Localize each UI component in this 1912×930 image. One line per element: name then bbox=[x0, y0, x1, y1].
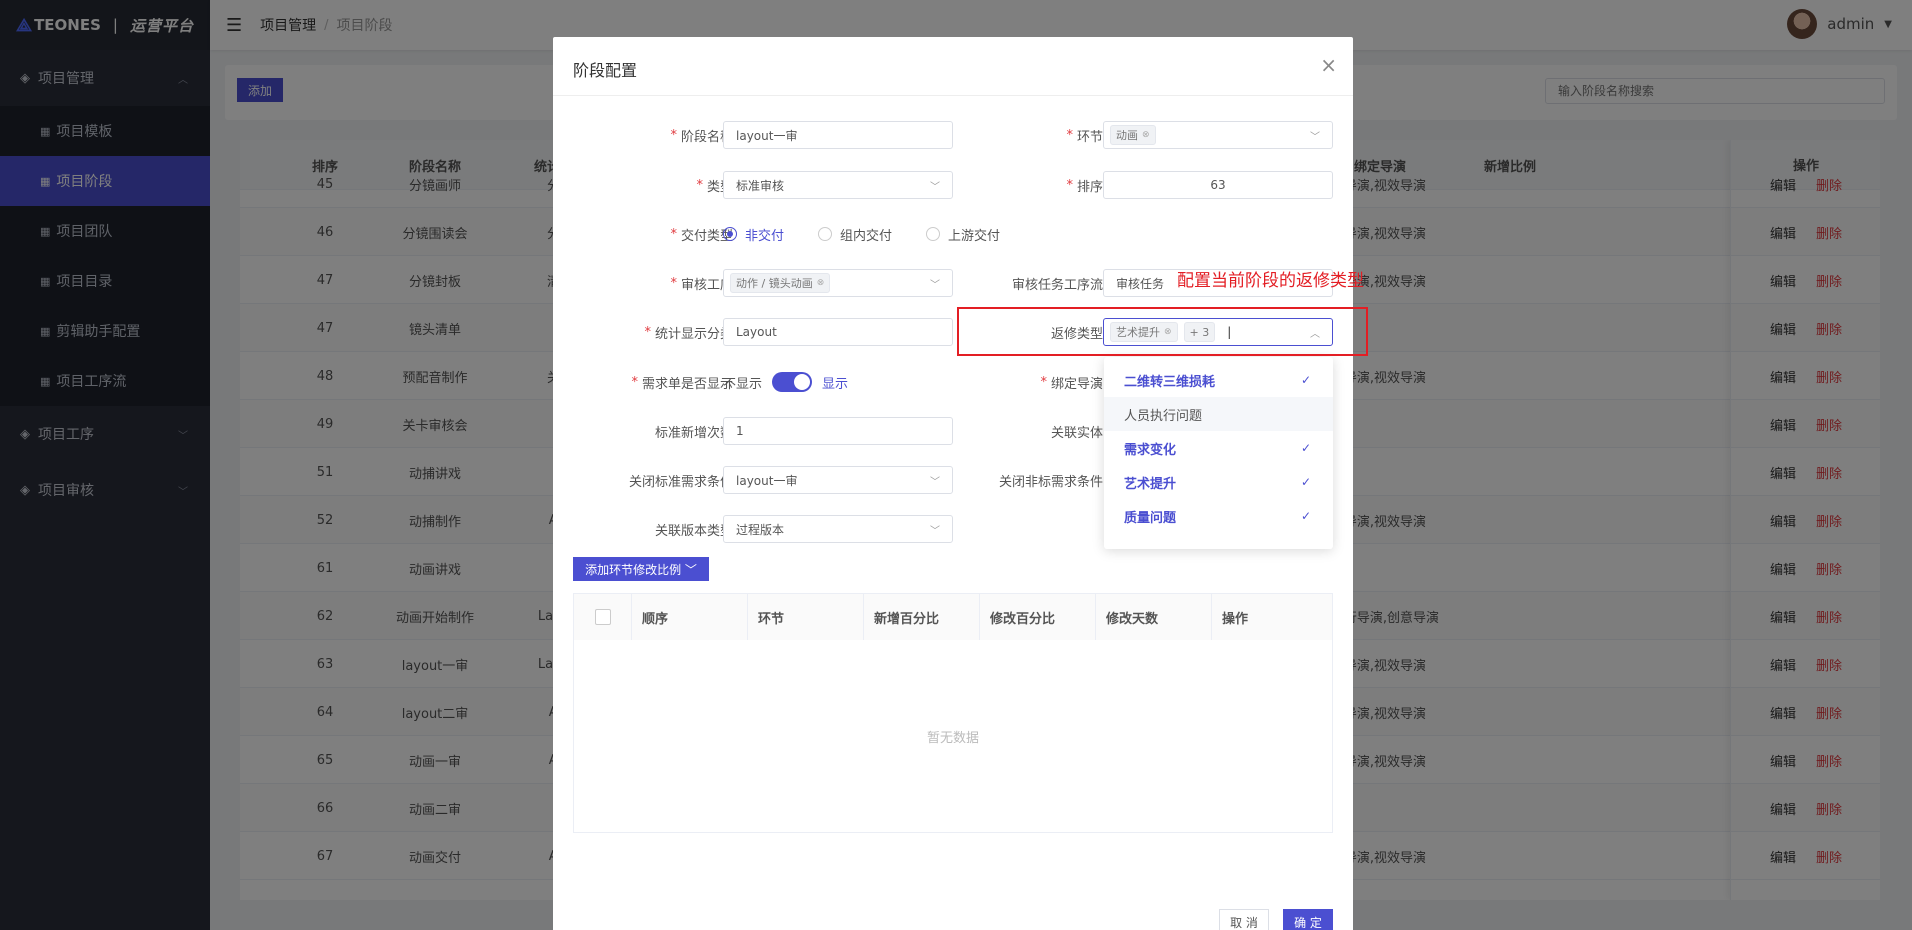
col-sequence: 顺序 bbox=[632, 594, 748, 640]
chevron-down-icon: ﹀ bbox=[1310, 132, 1320, 143]
check-icon: ✓ bbox=[1300, 509, 1311, 523]
chevron-down-icon: ﹀ bbox=[930, 526, 940, 537]
std-add-count-input[interactable]: 1 bbox=[723, 417, 953, 445]
title-divider bbox=[553, 95, 1353, 96]
show-in-demand-toggle[interactable] bbox=[772, 372, 813, 392]
label-stage-name: * 阶段名称 bbox=[670, 127, 733, 145]
link-tag: 动画 ⊗ bbox=[1110, 125, 1156, 145]
col-modify-percent: 修改百分比 bbox=[980, 594, 1096, 640]
dropdown-option[interactable]: 二维转三维损耗 ✓ bbox=[1104, 363, 1333, 397]
tag-close-icon[interactable]: ⊗ bbox=[817, 278, 825, 288]
label-close-std: 关闭标准需求条件 bbox=[628, 474, 733, 490]
show-in-demand-switch-row: 不显示 显示 bbox=[723, 368, 848, 396]
radio-non-delivery[interactable]: 非交付 bbox=[723, 225, 784, 244]
dropdown-option[interactable]: 需求变化 ✓ bbox=[1104, 431, 1333, 465]
col-link: 环节 bbox=[748, 594, 864, 640]
dropdown-option[interactable]: 人员执行问题 bbox=[1104, 397, 1333, 431]
tag-close-icon[interactable]: ⊗ bbox=[1142, 130, 1150, 140]
check-icon: ✓ bbox=[1300, 475, 1311, 489]
chevron-down-icon: ﹀ bbox=[684, 562, 697, 577]
stat-category-input[interactable]: Layout bbox=[723, 318, 953, 346]
label-sort: * 排序 bbox=[1066, 177, 1103, 195]
chevron-down-icon: ﹀ bbox=[930, 477, 940, 488]
review-process-select[interactable]: 动作 / 镜头动画 ⊗ ﹀ bbox=[723, 269, 953, 297]
close-std-select[interactable]: layout一审 ﹀ bbox=[723, 466, 953, 494]
delivery-type-radios: 非交付 组内交付 上游交付 bbox=[723, 220, 1034, 248]
cancel-button[interactable]: 取 消 bbox=[1219, 909, 1269, 930]
type-select[interactable]: 标准审核 ﹀ bbox=[723, 171, 953, 199]
label-link: * 环节 bbox=[1066, 127, 1103, 145]
rework-type-dropdown: 二维转三维损耗 ✓ 人员执行问题 需求变化 ✓ 艺术提升 ✓ 质量问题 ✓ bbox=[1104, 357, 1333, 549]
label-bind-director: * 绑定导演 bbox=[1040, 374, 1103, 392]
label-delivery-type: * 交付类型 bbox=[670, 226, 733, 244]
label-std-add-count: 标准新增次数 bbox=[654, 425, 733, 441]
radio-upstream-delivery[interactable]: 上游交付 bbox=[926, 225, 1000, 244]
sort-input[interactable]: 63 bbox=[1103, 171, 1333, 199]
chevron-down-icon: ﹀ bbox=[930, 280, 940, 291]
dropdown-option[interactable]: 质量问题 ✓ bbox=[1104, 499, 1333, 533]
confirm-button[interactable]: 确 定 bbox=[1283, 909, 1333, 930]
label-stat-category: * 统计显示分类 bbox=[644, 324, 733, 342]
dialog-title: 阶段配置 bbox=[573, 61, 638, 80]
link-select[interactable]: 动画 ⊗ ﹀ bbox=[1103, 121, 1333, 149]
label-type: * 类型 bbox=[696, 177, 733, 195]
chevron-down-icon: ﹀ bbox=[930, 182, 940, 193]
dropdown-option[interactable]: 艺术提升 ✓ bbox=[1104, 465, 1333, 499]
col-modify-days: 修改天数 bbox=[1096, 594, 1212, 640]
label-review-process: * 审核工序 bbox=[670, 275, 733, 293]
label-version-type: 关联版本类型 bbox=[654, 523, 733, 539]
label-related-entity: 关联实体 bbox=[1050, 425, 1103, 441]
check-icon: ✓ bbox=[1300, 373, 1311, 387]
close-icon[interactable]: × bbox=[1320, 53, 1337, 77]
review-process-tag: 动作 / 镜头动画 ⊗ bbox=[730, 273, 831, 293]
label-close-nonstd: 关闭非标需求条件 bbox=[998, 474, 1103, 490]
col-operations: 操作 bbox=[1212, 594, 1332, 640]
annotation-highlight-box bbox=[957, 307, 1368, 356]
ratio-table: 顺序 环节 新增百分比 修改百分比 修改天数 操作 暂无数据 bbox=[573, 593, 1333, 833]
select-all-cell bbox=[574, 594, 632, 640]
stage-name-input[interactable]: layout一审 bbox=[723, 121, 953, 149]
version-type-select[interactable]: 过程版本 ﹀ bbox=[723, 515, 953, 543]
select-all-checkbox[interactable] bbox=[594, 609, 611, 625]
empty-state: 暂无数据 bbox=[926, 730, 979, 746]
radio-group-delivery[interactable]: 组内交付 bbox=[818, 225, 892, 244]
label-review-flow: 审核任务工序流 bbox=[1011, 277, 1103, 293]
check-icon: ✓ bbox=[1300, 441, 1311, 455]
annotation-text: 配置当前阶段的返修类型 bbox=[1177, 271, 1364, 291]
col-add-percent: 新增百分比 bbox=[864, 594, 980, 640]
label-show-in-demand: * 需求单是否显示 bbox=[631, 374, 733, 392]
add-ratio-button[interactable]: 添加环节修改比例 ﹀ bbox=[573, 557, 709, 581]
